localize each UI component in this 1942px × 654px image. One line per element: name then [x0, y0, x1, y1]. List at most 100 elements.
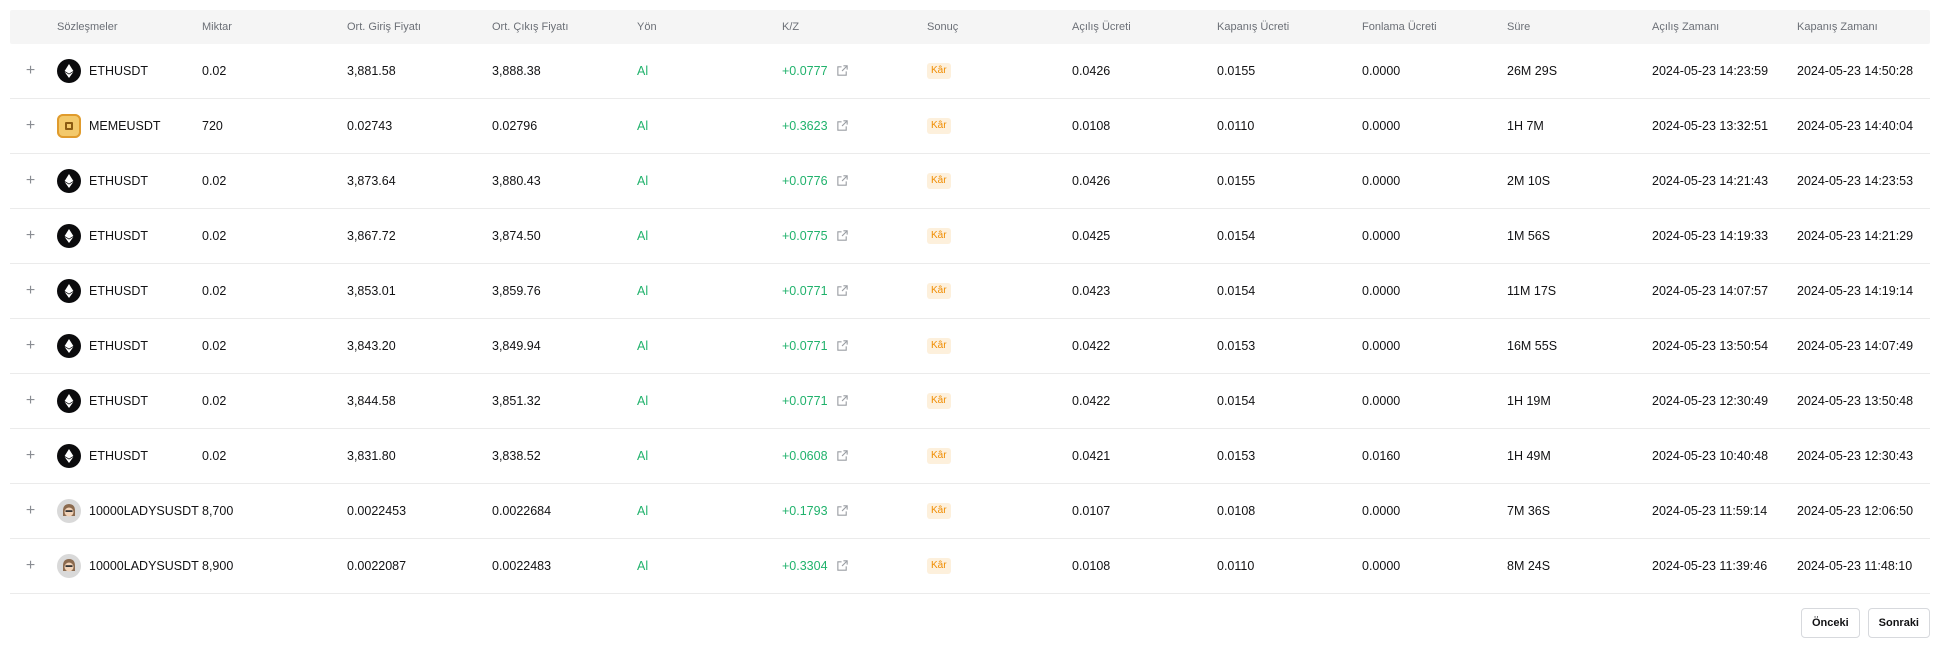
contract-cell: ETHUSDT	[57, 444, 202, 468]
funding-fee-cell: 0.0000	[1362, 174, 1401, 188]
expand-row-icon[interactable]: +	[10, 62, 57, 80]
duration-cell: 16M 55S	[1507, 339, 1558, 353]
duration-cell: 1H 49M	[1507, 449, 1551, 463]
share-external-link-icon[interactable]	[836, 504, 850, 518]
contract-cell: 10000LADYSUSDT	[57, 554, 202, 578]
direction-cell: Al	[637, 64, 649, 78]
close-time-cell: 2024-05-23 13:50:48	[1797, 394, 1914, 408]
funding-fee-cell: 0.0000	[1362, 119, 1401, 133]
positions-history-table: Sözleşmeler Miktar Ort. Giriş Fiyatı Ort…	[10, 10, 1930, 594]
share-external-link-icon[interactable]	[836, 174, 850, 188]
result-cell: Kâr	[927, 558, 1072, 574]
contract-symbol: ETHUSDT	[89, 449, 149, 463]
open-time-cell: 2024-05-23 13:50:54	[1652, 339, 1769, 353]
funding-fee-cell: 0.0000	[1362, 64, 1401, 78]
avg-exit-price-cell: 3,888.38	[492, 64, 541, 78]
open-fee-cell: 0.0107	[1072, 504, 1111, 518]
expand-row-icon[interactable]: +	[10, 117, 57, 135]
header-quantity: Miktar	[202, 21, 232, 33]
open-time-cell: 2024-05-23 11:39:46	[1652, 559, 1768, 573]
contract-cell: MEMEUSDT	[57, 114, 202, 138]
result-cell: Kâr	[927, 503, 1072, 519]
eth-coin-icon	[57, 279, 81, 303]
avg-exit-price-cell: 3,851.32	[492, 394, 541, 408]
contract-cell: ETHUSDT	[57, 334, 202, 358]
duration-cell: 1H 19M	[1507, 394, 1551, 408]
result-cell: Kâr	[927, 448, 1072, 464]
expand-row-icon[interactable]: +	[10, 502, 57, 520]
share-external-link-icon[interactable]	[836, 339, 850, 353]
header-contracts: Sözleşmeler	[57, 21, 118, 33]
avg-entry-price-cell: 3,873.64	[347, 174, 396, 188]
expand-row-icon[interactable]: +	[10, 392, 57, 410]
result-badge: Kâr	[927, 228, 951, 244]
header-close-fee: Kapanış Ücreti	[1217, 21, 1290, 33]
avg-entry-price-cell: 3,843.20	[347, 339, 396, 353]
share-external-link-icon[interactable]	[836, 394, 850, 408]
open-time-cell: 2024-05-23 10:40:48	[1652, 449, 1769, 463]
result-badge: Kâr	[927, 503, 951, 519]
result-badge: Kâr	[927, 283, 951, 299]
table-header: Sözleşmeler Miktar Ort. Giriş Fiyatı Ort…	[10, 10, 1930, 44]
table-row: + ETHUSDT 0.02 3,873.64 3,880.43 Al +0.0776 Kâr…	[10, 154, 1930, 209]
result-badge: Kâr	[927, 338, 951, 354]
result-cell: Kâr	[927, 118, 1072, 134]
pnl-cell: +0.0608	[782, 449, 927, 463]
header-duration: Süre	[1507, 21, 1531, 33]
expand-row-icon[interactable]: +	[10, 557, 57, 575]
table-row: +10000LADYSUSDT 8,900 0.0022087 0.0022483 Al…	[10, 539, 1930, 594]
expand-row-icon[interactable]: +	[10, 227, 57, 245]
contract-cell: ETHUSDT	[57, 59, 202, 83]
share-external-link-icon[interactable]	[836, 559, 850, 573]
pnl-value: +0.0771	[782, 394, 828, 408]
avg-entry-price-cell: 0.02743	[347, 119, 393, 133]
contract-cell: ETHUSDT	[57, 224, 202, 248]
close-fee-cell: 0.0153	[1217, 449, 1256, 463]
eth-coin-icon	[57, 444, 81, 468]
funding-fee-cell: 0.0000	[1362, 504, 1401, 518]
avg-exit-price-cell: 0.0022684	[492, 504, 552, 518]
result-cell: Kâr	[927, 283, 1072, 299]
next-page-button[interactable]: Sonraki	[1867, 608, 1930, 638]
header-avg-exit-price: Ort. Çıkış Fiyatı	[492, 21, 569, 33]
avg-exit-price-cell: 3,880.43	[492, 174, 541, 188]
open-fee-cell: 0.0108	[1072, 119, 1111, 133]
pnl-cell: +0.3623	[782, 119, 927, 133]
pnl-cell: +0.0775	[782, 229, 927, 243]
pnl-value: +0.0771	[782, 339, 828, 353]
avg-entry-price-cell: 3,853.01	[347, 284, 396, 298]
close-time-cell: 2024-05-23 14:40:04	[1797, 119, 1914, 133]
table-row: + ETHUSDT 0.02 3,881.58 3,888.38 Al +0.0777 Kâr…	[10, 44, 1930, 99]
pnl-value: +0.3304	[782, 559, 828, 573]
avg-entry-price-cell: 0.0022453	[347, 504, 407, 518]
close-time-cell: 2024-05-23 14:50:28	[1797, 64, 1914, 78]
result-badge: Kâr	[927, 63, 951, 79]
expand-row-icon[interactable]: +	[10, 447, 57, 465]
open-time-cell: 2024-05-23 14:19:33	[1652, 229, 1769, 243]
close-fee-cell: 0.0154	[1217, 394, 1256, 408]
expand-row-icon[interactable]: +	[10, 172, 57, 190]
expand-row-icon[interactable]: +	[10, 282, 57, 300]
close-fee-cell: 0.0108	[1217, 504, 1256, 518]
share-external-link-icon[interactable]	[836, 284, 850, 298]
header-open-time: Açılış Zamanı	[1652, 21, 1720, 33]
eth-coin-icon	[57, 59, 81, 83]
direction-cell: Al	[637, 284, 649, 298]
direction-cell: Al	[637, 174, 649, 188]
previous-page-button[interactable]: Önceki	[1800, 608, 1860, 638]
result-badge: Kâr	[927, 558, 951, 574]
contract-cell: 10000LADYSUSDT	[57, 499, 202, 523]
share-external-link-icon[interactable]	[836, 229, 850, 243]
quantity-cell: 720	[202, 119, 223, 133]
result-cell: Kâr	[927, 228, 1072, 244]
header-direction: Yön	[637, 21, 657, 33]
funding-fee-cell: 0.0000	[1362, 284, 1401, 298]
share-external-link-icon[interactable]	[836, 64, 850, 78]
pnl-cell: +0.0771	[782, 284, 927, 298]
pnl-cell: +0.0776	[782, 174, 927, 188]
contract-symbol: MEMEUSDT	[89, 119, 161, 133]
share-external-link-icon[interactable]	[836, 449, 850, 463]
close-fee-cell: 0.0155	[1217, 174, 1256, 188]
share-external-link-icon[interactable]	[836, 119, 850, 133]
expand-row-icon[interactable]: +	[10, 337, 57, 355]
